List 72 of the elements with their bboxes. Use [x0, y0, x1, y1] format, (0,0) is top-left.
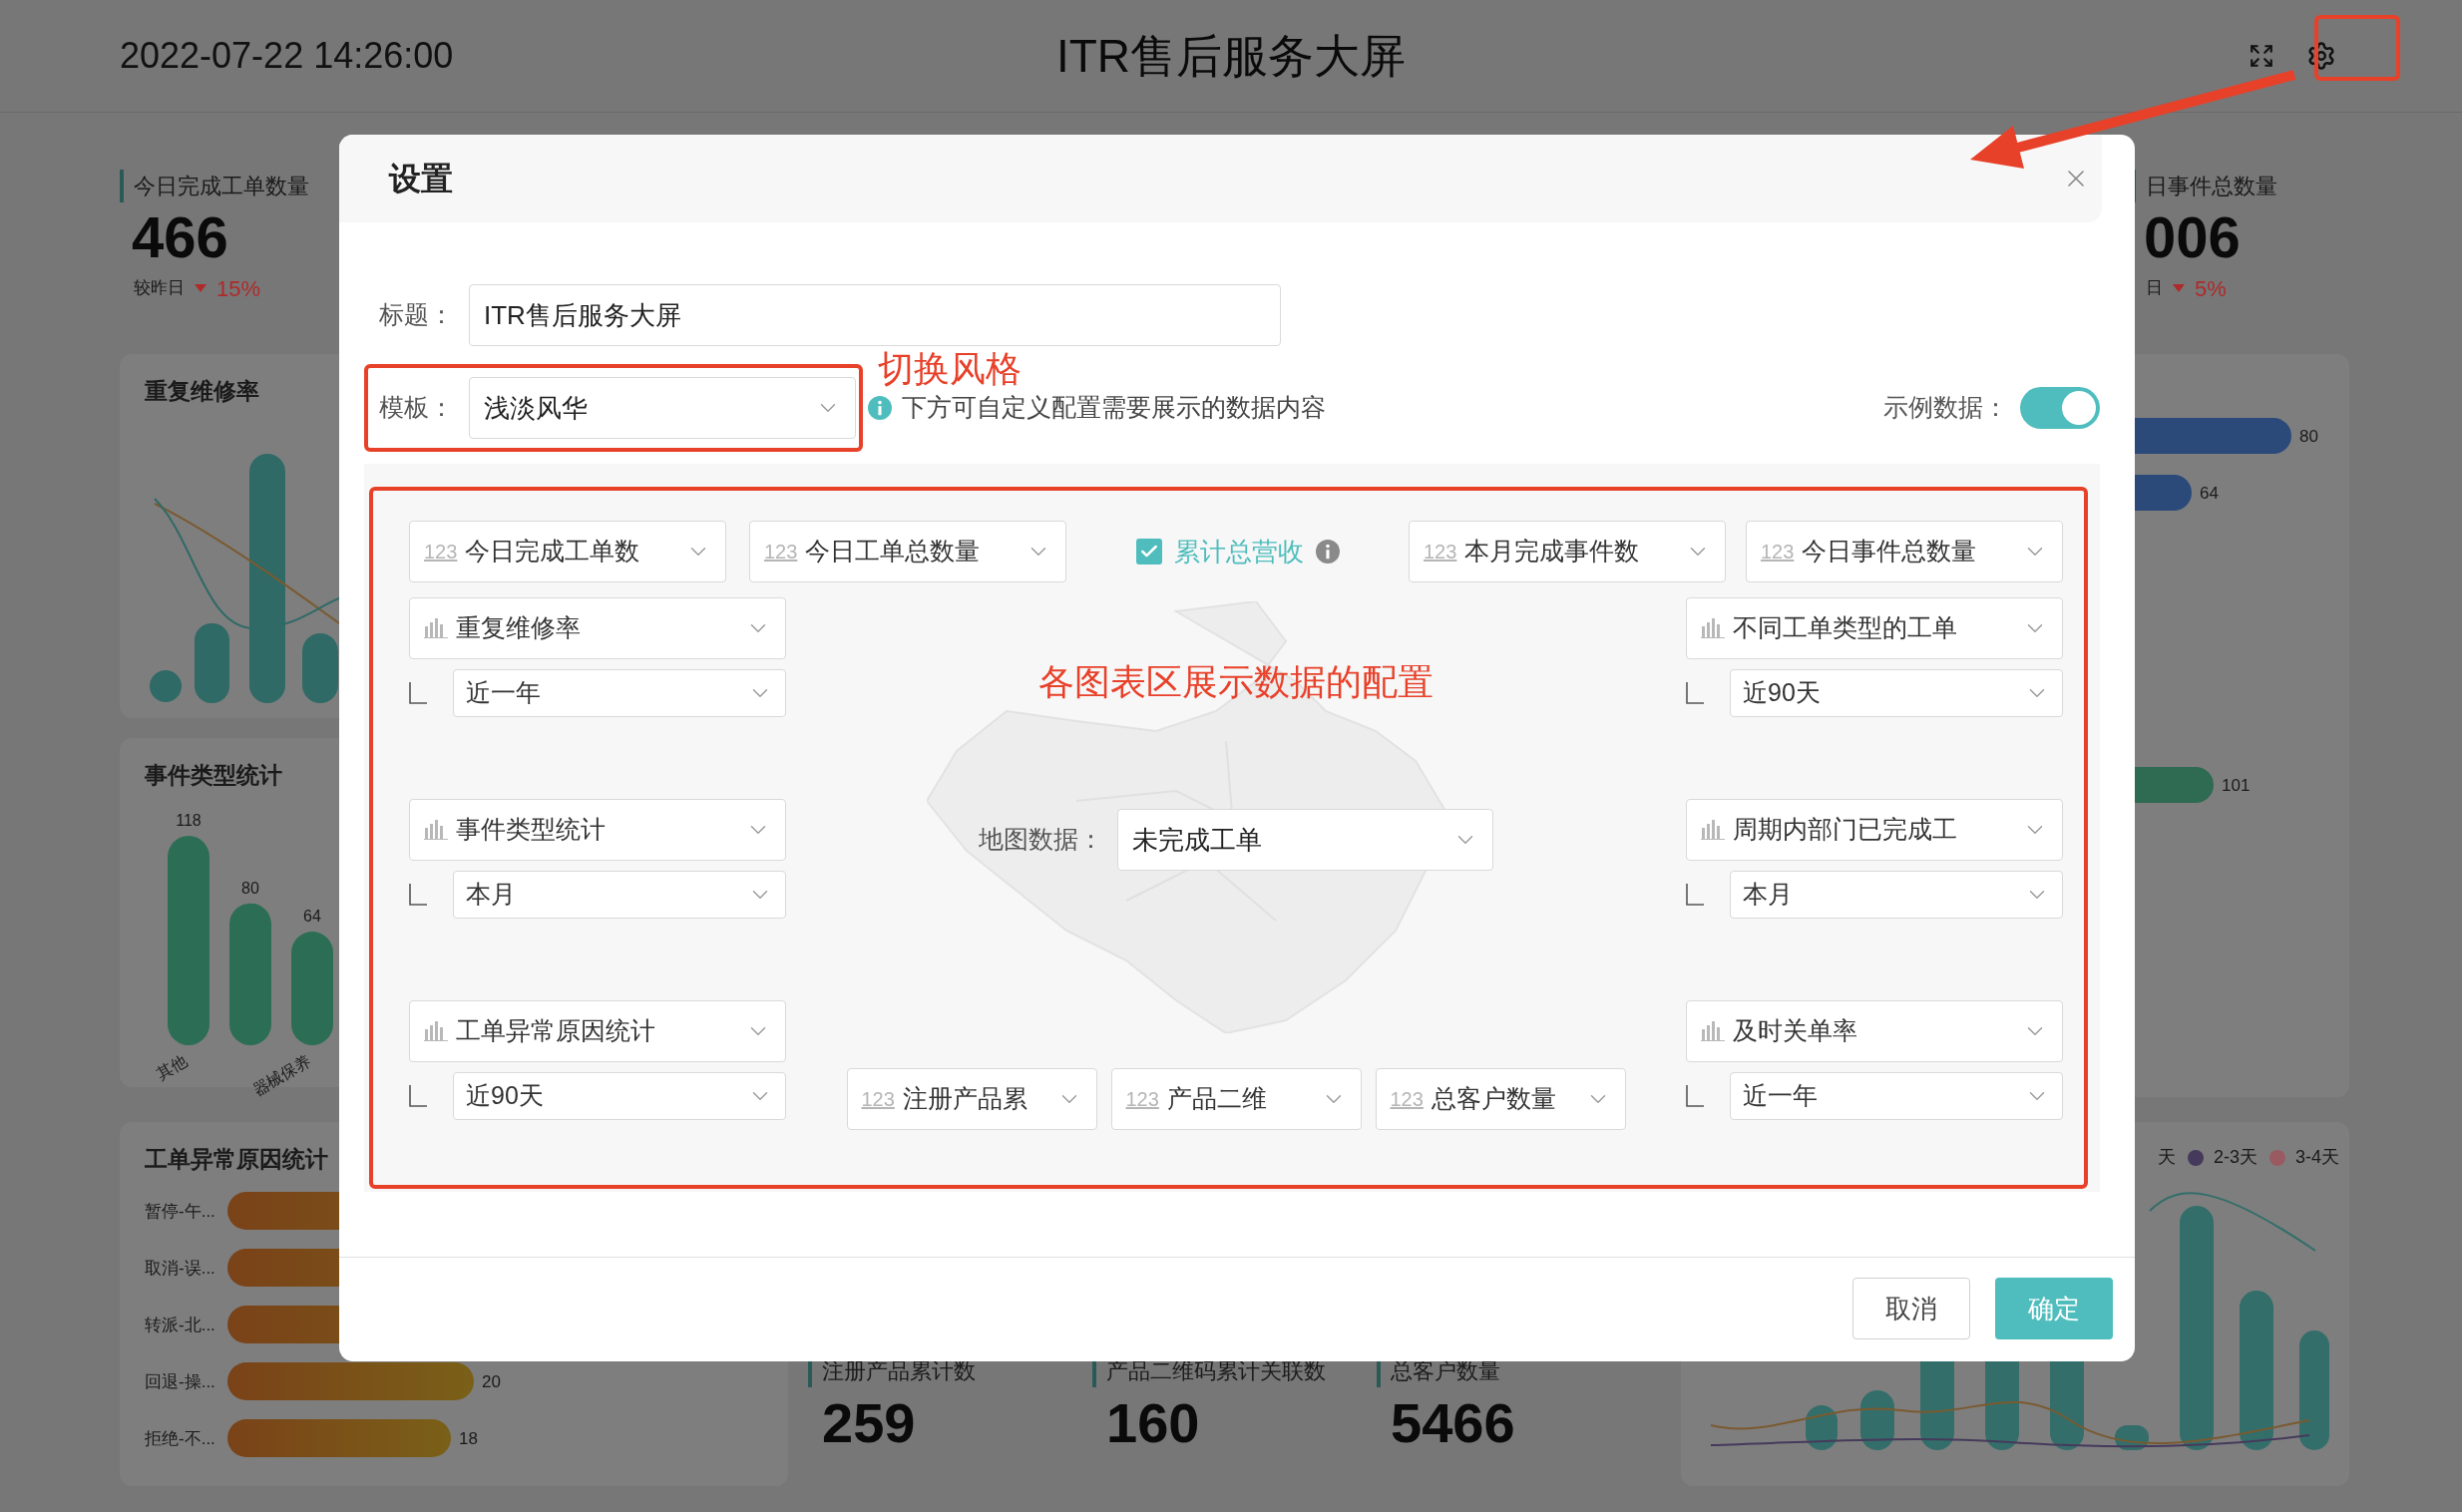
hint-text: 下方可自定义配置需要展示的数据内容 [902, 392, 1326, 424]
kpi-value: 006 [2143, 203, 2241, 271]
dropdown[interactable]: 及时关单率 [1686, 1000, 2063, 1062]
value-label: 80 [2299, 427, 2318, 446]
stat-value: 160 [1105, 1390, 1200, 1457]
value-label: 101 [2222, 776, 2251, 795]
dialog-title: 设置 [389, 160, 453, 198]
field-label: 模板： [379, 392, 455, 424]
field-label: 地图数据： [979, 824, 1103, 856]
title-input[interactable]: ITR售后服务大屏 [469, 284, 1281, 346]
value-label: 64 [303, 907, 321, 925]
category-label: 器械保养 [249, 1051, 314, 1099]
dropdown[interactable]: 123 本月完成事件数 [1409, 521, 1726, 582]
change-value: 15% [216, 274, 261, 303]
legend-label: 3-4天 [2295, 1146, 2339, 1169]
category-label: 暂停-午... [145, 1201, 215, 1221]
cancel-button[interactable]: 取消 [1852, 1278, 1970, 1339]
number-type-tag: 123 [1424, 537, 1457, 567]
map-dropdown[interactable]: 未完成工单 [1117, 809, 1493, 871]
number-type-tag: 123 [764, 537, 798, 567]
compare-label: 较昨日 [134, 277, 185, 300]
dropdown[interactable]: 重复维修率 [409, 597, 786, 659]
number-type-tag: 123 [1390, 1084, 1424, 1114]
card-title: 工单异常原因统计 [145, 1145, 328, 1174]
period-dropdown[interactable]: 近90天 [1730, 669, 2063, 717]
number-type-tag: 123 [1761, 537, 1795, 567]
category-label: 转派-北... [145, 1315, 215, 1334]
number-type-tag: 123 [424, 537, 458, 567]
dropdown[interactable]: 123 产品二维 [1110, 1068, 1362, 1130]
value-label: 64 [2200, 484, 2219, 503]
annotation-text: 各图表区展示数据的配置 [1038, 660, 1434, 704]
value-label: 80 [241, 879, 259, 897]
field-label: 标题： [379, 299, 455, 331]
legend-label: 2-3天 [2213, 1146, 2257, 1169]
change-value: 5% [2195, 274, 2227, 303]
value-label: 18 [459, 1428, 478, 1448]
category-label: 其他 [154, 1051, 191, 1083]
dropdown[interactable]: 不同工单类型的工单 [1686, 597, 2063, 659]
number-type-tag: 123 [861, 1084, 895, 1114]
category-label: 拒绝-不... [145, 1428, 215, 1448]
dropdown[interactable]: 123 注册产品累 [846, 1068, 1097, 1130]
compare-label: 日 [2146, 277, 2163, 300]
period-dropdown[interactable]: 近一年 [453, 669, 786, 717]
value-label: 20 [482, 1371, 501, 1391]
kpi-value: 466 [131, 203, 228, 271]
dropdown[interactable]: 事件类型统计 [409, 799, 786, 861]
number-type-tag: 123 [1125, 1084, 1159, 1114]
dropdown[interactable]: 123 总客户数量 [1375, 1068, 1626, 1130]
category-label: 回退-操... [145, 1371, 215, 1391]
card-title: 事件类型统计 [145, 761, 282, 790]
screen-title: ITR售后服务大屏 [1055, 28, 1407, 84]
kpi-label: 今日完成工单数量 [120, 170, 309, 202]
value-label: 118 [176, 811, 202, 829]
period-dropdown[interactable]: 近90天 [453, 1072, 786, 1120]
period-dropdown[interactable]: 近一年 [1730, 1072, 2063, 1120]
dropdown[interactable]: 123 今日事件总数量 [1746, 521, 2063, 582]
stat-value: 259 [821, 1390, 916, 1457]
checkbox-label: 累计总营收 [1173, 535, 1304, 568]
dropdown[interactable]: 123 今日完成工单数 [409, 521, 726, 582]
period-dropdown[interactable]: 本月 [453, 871, 786, 919]
annotation-text: 切换风格 [878, 347, 1022, 391]
category-label: 取消-误... [145, 1258, 215, 1278]
dropdown[interactable]: 123 今日工单总数量 [749, 521, 1066, 582]
datetime: 2022-07-22 14:26:00 [120, 34, 455, 78]
card-title: 重复维修率 [145, 377, 259, 406]
template-dropdown[interactable]: 浅淡风华 [469, 377, 856, 439]
dropdown[interactable]: 工单异常原因统计 [409, 1000, 786, 1062]
period-dropdown[interactable]: 本月 [1730, 871, 2063, 919]
stat-value: 5466 [1390, 1390, 1515, 1457]
toggle-label: 示例数据： [1883, 392, 2008, 424]
dropdown[interactable]: 周期内部门已完成工 [1686, 799, 2063, 861]
legend-label: 天 [2157, 1146, 2176, 1169]
